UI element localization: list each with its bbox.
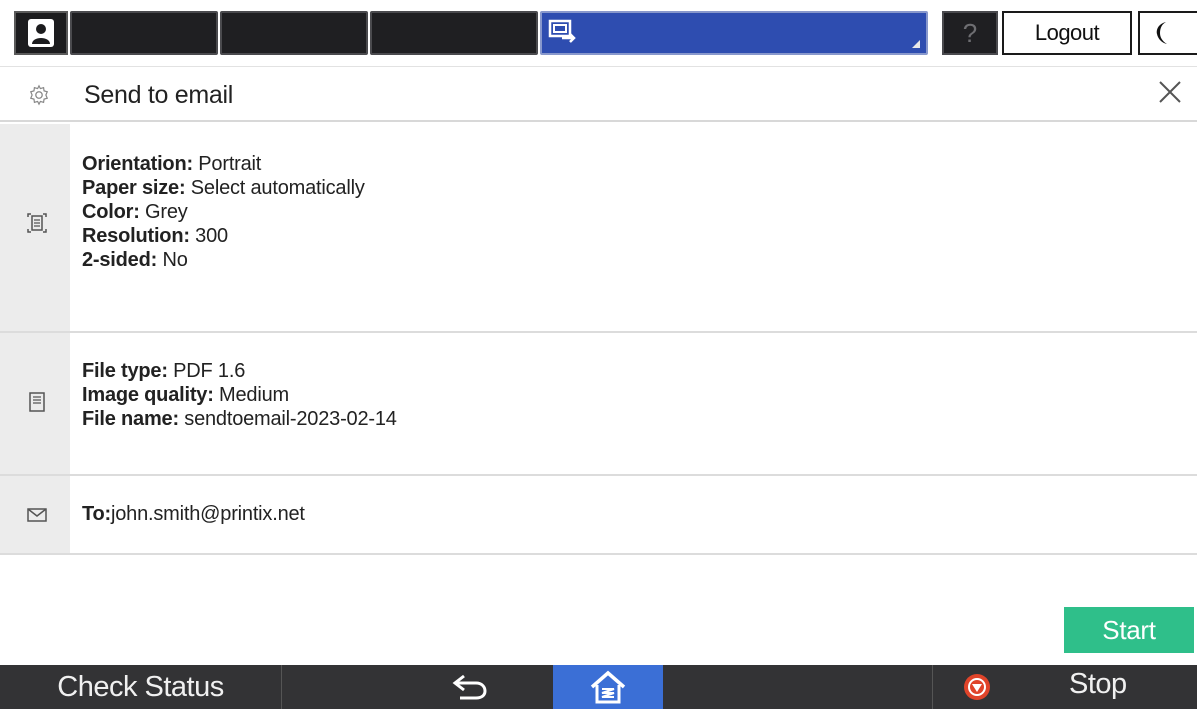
stop-icon xyxy=(964,674,990,700)
file-icon xyxy=(29,392,45,412)
back-arrow-icon xyxy=(452,674,487,700)
envelope-icon xyxy=(27,508,47,522)
close-icon[interactable] xyxy=(1155,77,1185,107)
quick-slot-1[interactable] xyxy=(70,11,218,55)
help-icon: ? xyxy=(962,17,978,48)
screen-switch-icon xyxy=(548,19,576,43)
recipient-row: To:john.smith@printix.net xyxy=(82,502,305,526)
scan-document-icon xyxy=(27,213,47,233)
file-settings-list: File type: PDF 1.6 Image quality: Medium… xyxy=(82,359,397,431)
stop-label: Stop xyxy=(1069,668,1127,700)
section-gutter xyxy=(0,333,70,474)
recipient-label: To: xyxy=(82,503,112,525)
section-gutter xyxy=(0,476,70,553)
setting-2-sided: 2-sided: No xyxy=(82,249,188,271)
help-button[interactable]: ? xyxy=(942,11,998,55)
gear-icon[interactable] xyxy=(28,84,50,106)
home-button[interactable] xyxy=(553,665,663,709)
quick-slot-2[interactable] xyxy=(220,11,368,55)
start-button[interactable]: Start xyxy=(1064,607,1194,653)
page-header: Send to email xyxy=(0,66,1197,122)
recipient-section[interactable]: To:john.smith@printix.net xyxy=(0,476,1197,555)
setting-paper-size: Paper size: Select automatically xyxy=(82,177,365,199)
dropdown-corner-icon xyxy=(912,40,920,48)
quick-slot-3[interactable] xyxy=(370,11,538,55)
check-status-button[interactable]: Check Status xyxy=(0,665,282,709)
stop-button[interactable]: Stop xyxy=(932,665,1197,709)
file-settings-section[interactable]: File type: PDF 1.6 Image quality: Medium… xyxy=(0,333,1197,476)
moon-icon xyxy=(1156,22,1167,44)
setting-file-name: File name: sendtoemail-2023-02-14 xyxy=(82,408,397,430)
setting-file-type: File type: PDF 1.6 xyxy=(82,360,246,382)
top-bar: ? Logout xyxy=(0,0,1197,66)
screen-switch-button[interactable] xyxy=(540,11,928,55)
logout-button[interactable]: Logout xyxy=(1002,11,1132,55)
scan-settings-list: Orientation: Portrait Paper size: Select… xyxy=(82,152,365,272)
user-button[interactable] xyxy=(14,11,68,55)
scan-settings-section[interactable]: Orientation: Portrait Paper size: Select… xyxy=(0,124,1197,333)
setting-resolution: Resolution: 300 xyxy=(82,225,228,247)
user-icon xyxy=(28,19,54,47)
recipient-email: john.smith@printix.net xyxy=(111,503,305,525)
energy-saver-button[interactable] xyxy=(1138,11,1197,55)
home-icon xyxy=(590,670,626,704)
setting-color: Color: Grey xyxy=(82,201,188,223)
setting-image-quality: Image quality: Medium xyxy=(82,384,289,406)
page-title: Send to email xyxy=(84,81,233,109)
section-gutter xyxy=(0,124,70,331)
setting-orientation: Orientation: Portrait xyxy=(82,153,262,175)
bottom-bar: Check Status Stop xyxy=(0,665,1197,709)
back-button[interactable] xyxy=(390,665,550,709)
